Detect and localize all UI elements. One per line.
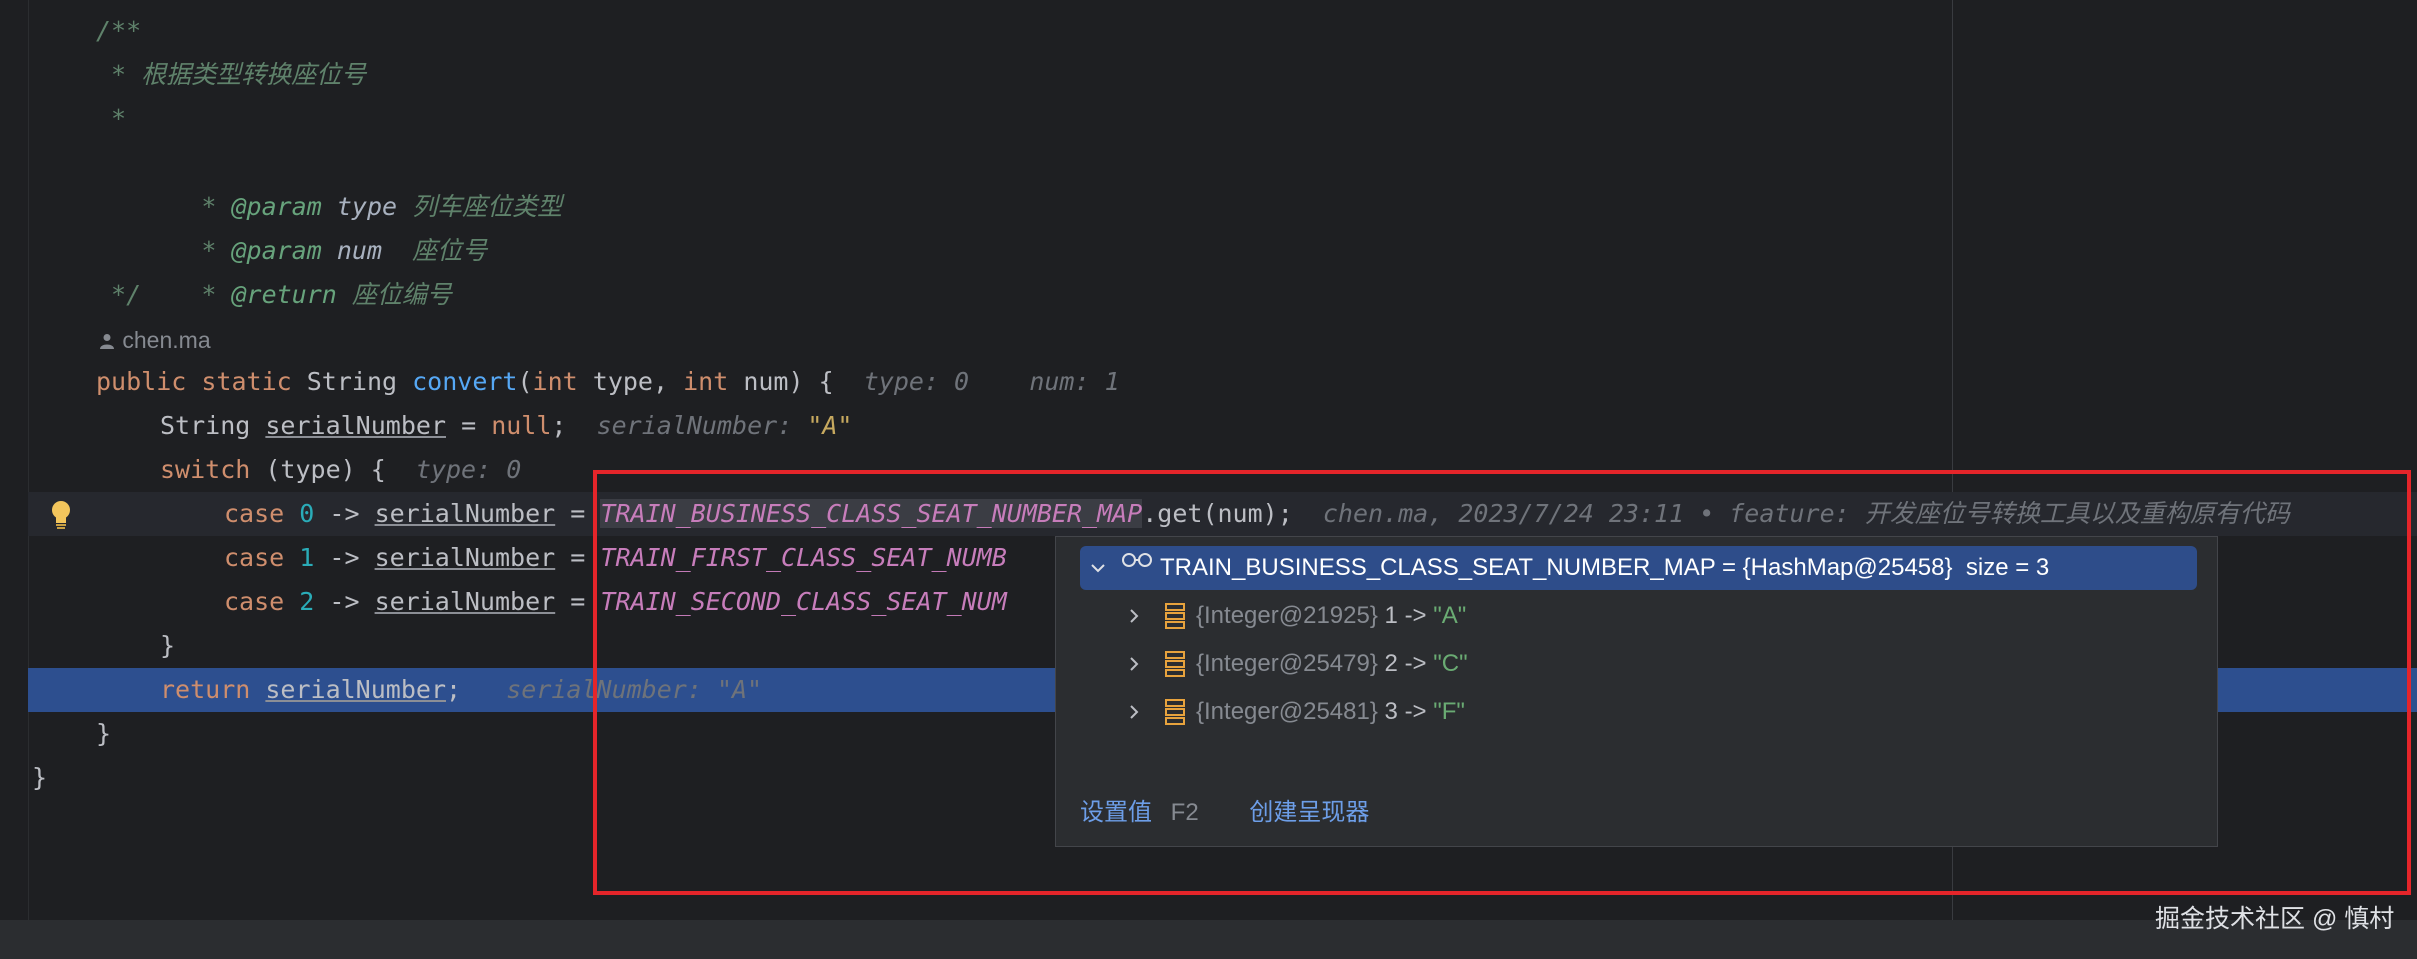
closing-brace: } — [96, 719, 112, 748]
doc-comment-close: */ — [96, 280, 142, 309]
inline-value-hint: num: 1 — [1029, 367, 1120, 396]
param-num: num) { — [743, 367, 834, 396]
inline-value: "A" — [807, 411, 853, 440]
doc-blank: * — [96, 104, 127, 133]
case-value: 2 — [299, 587, 315, 616]
code-line[interactable]: * @param num 座位号 — [0, 185, 487, 265]
author-name: chen.ma — [122, 327, 211, 353]
doc-return-tag: @return — [231, 280, 337, 309]
code-line[interactable]: case 2 -> serialNumber = TRAIN_SECOND_CL… — [0, 580, 1007, 624]
operator: = — [570, 543, 586, 572]
method-name[interactable]: convert — [412, 367, 517, 396]
return-type: String — [306, 367, 398, 396]
keyword-int: int — [532, 367, 578, 396]
semicolon: ; — [551, 411, 567, 440]
variable-serial-number[interactable]: serialNumber — [375, 587, 556, 616]
code-line[interactable]: /** — [0, 9, 141, 53]
paren: ( — [517, 367, 533, 396]
inline-value-label: serialNumber: — [596, 411, 793, 440]
code-line[interactable]: } — [0, 624, 175, 668]
code-line[interactable]: */ — [0, 273, 141, 317]
keyword-null: null — [491, 411, 552, 440]
code-line[interactable]: } — [0, 756, 60, 800]
inline-value-hint: type: 0 — [863, 367, 970, 396]
variable-serial-number[interactable]: serialNumber — [265, 675, 446, 704]
arrow: -> — [329, 543, 360, 572]
switch-expression: (type) { — [265, 455, 386, 484]
code-line[interactable]: case 1 -> serialNumber = TRAIN_FIRST_CLA… — [0, 536, 1007, 580]
keyword-case: case — [224, 543, 285, 572]
highlight-box — [593, 470, 2411, 895]
doc-return-desc: 座位编号 — [351, 280, 452, 309]
closing-brace: } — [160, 631, 176, 660]
keyword-switch: switch — [160, 455, 251, 484]
code-line[interactable]: * @param type 列车座位类型 — [0, 141, 562, 221]
operator: = — [570, 587, 586, 616]
variable-serial-number[interactable]: serialNumber — [265, 411, 446, 440]
keyword-public: public — [96, 367, 187, 396]
operator: = — [461, 411, 477, 440]
status-bar — [0, 920, 2417, 959]
user-icon — [100, 334, 114, 349]
keyword-int: int — [683, 367, 729, 396]
code-line[interactable]: switch (type) { type: 0 — [0, 448, 521, 492]
keyword-case: case — [224, 499, 285, 528]
doc-comment-open: /** — [96, 16, 142, 45]
code-line[interactable]: String serialNumber = null; serialNumber… — [0, 404, 852, 448]
code-line[interactable]: * 根据类型转换座位号 — [0, 53, 366, 97]
variable-serial-number[interactable]: serialNumber — [375, 499, 556, 528]
code-line[interactable]: return serialNumber; serialNumber: "A" — [0, 668, 762, 712]
closing-brace: } — [32, 763, 48, 792]
doc-description: * 根据类型转换座位号 — [96, 60, 367, 89]
keyword-return: return — [160, 675, 251, 704]
arrow: -> — [329, 499, 360, 528]
code-line[interactable]: * — [0, 97, 126, 141]
watermark: 掘金技术社区 @ 慎村 — [2155, 905, 2395, 933]
author-inlay[interactable]: chen.ma — [98, 320, 211, 360]
operator: = — [570, 499, 586, 528]
case-value: 1 — [299, 543, 315, 572]
case-value: 0 — [299, 499, 315, 528]
keyword-case: case — [224, 587, 285, 616]
inline-value-hint: type: 0 — [415, 455, 522, 484]
semicolon: ; — [446, 675, 462, 704]
param-type: type, — [592, 367, 669, 396]
code-line[interactable]: case 0 -> serialNumber = TRAIN_BUSINESS_… — [0, 492, 2290, 536]
doc-prefix: * — [186, 280, 232, 309]
code-line[interactable]: public static String convert(int type, i… — [0, 360, 1120, 404]
code-line[interactable]: } — [0, 712, 111, 756]
keyword-static: static — [201, 367, 292, 396]
arrow: -> — [329, 587, 360, 616]
code-line[interactable]: * @return 座位编号 — [0, 229, 452, 309]
variable-serial-number[interactable]: serialNumber — [375, 543, 556, 572]
type-string: String — [160, 411, 251, 440]
